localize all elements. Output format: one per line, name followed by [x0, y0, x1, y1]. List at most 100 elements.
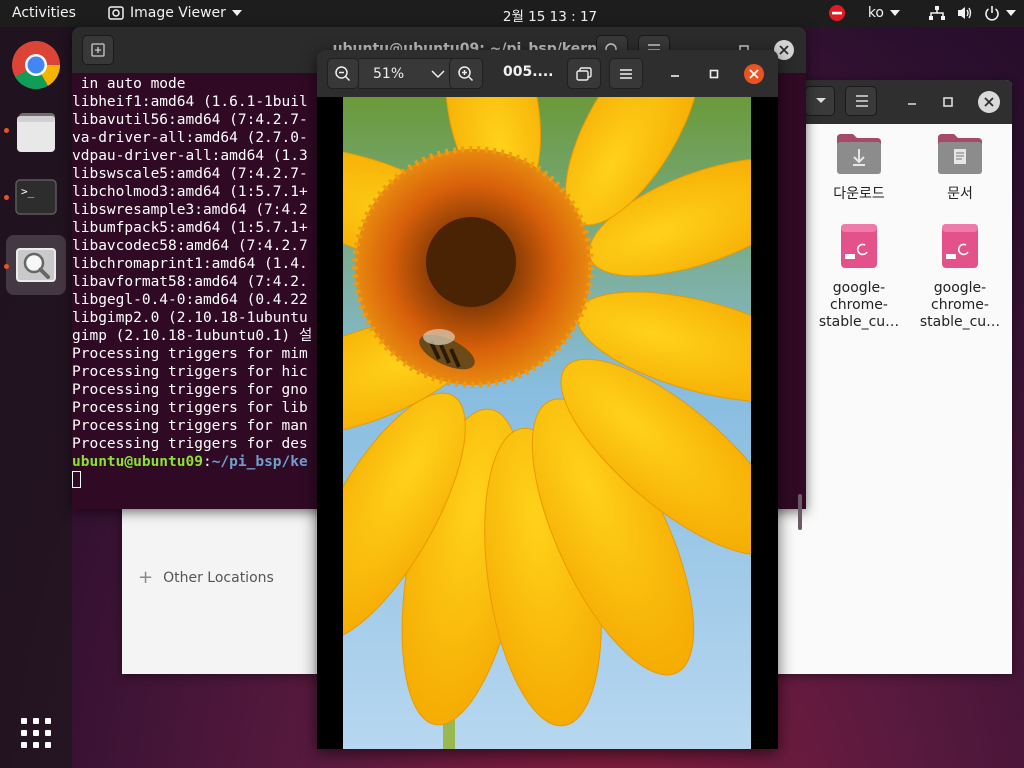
image-viewer-header: 51% 005.... [317, 50, 778, 97]
terminal-line: libavformat58:amd64 (7:4.2. [72, 274, 308, 290]
dock-image-viewer[interactable] [6, 235, 66, 295]
volume-icon[interactable] [956, 5, 974, 21]
terminal-prompt: ubuntu@ubuntu09:~/pi_bsp/ke [72, 453, 308, 471]
network-icon[interactable] [928, 5, 946, 21]
dock-show-applications[interactable] [6, 703, 66, 763]
terminal-line: libgimp2.0 (2.10.18-1ubuntu [72, 310, 308, 326]
system-tray[interactable]: ko [828, 4, 1016, 22]
dock-chrome[interactable] [6, 35, 66, 95]
terminal-line: libcholmod3:amd64 (1:5.7.1+ [72, 184, 308, 200]
file-item-label: google-chrome-stable_cu… [919, 280, 1001, 330]
hamburger-icon [620, 68, 632, 79]
terminal-line: libgegl-0.4-0:amd64 (0.4.22 [72, 292, 308, 308]
file-item-label: google-chrome-stable_cu… [818, 280, 900, 330]
terminal-line: Processing triggers for lib [72, 400, 308, 416]
terminal-line: in auto mode [72, 76, 186, 92]
hamburger-icon [856, 95, 868, 107]
menu-button[interactable] [845, 86, 877, 116]
image-filename: 005.... [503, 64, 554, 80]
new-tab-button[interactable] [82, 35, 114, 65]
viewer-menu-button[interactable] [609, 58, 643, 89]
close-icon[interactable] [977, 90, 1001, 114]
running-indicator [4, 128, 9, 133]
terminal-line: libavcodec58:amd64 (7:4.2.7 [72, 238, 308, 254]
chevron-down-icon [1006, 10, 1016, 16]
sunflower-photo [343, 97, 751, 749]
deb-package-icon [841, 224, 877, 268]
show-apps-icon [21, 718, 51, 748]
zoom-level-selector[interactable]: 51% [359, 58, 463, 89]
text-cursor [72, 471, 81, 488]
terminal-line: libswresample3:amd64 (7:4.2 [72, 202, 308, 218]
zoom-in-icon [458, 65, 474, 81]
image-viewer-window[interactable]: 51% 005.... [317, 50, 778, 749]
image-canvas[interactable] [343, 97, 751, 749]
deb-package-icon [942, 224, 978, 268]
keyboard-layout-indicator[interactable]: ko [868, 5, 884, 21]
dock-files[interactable] [6, 101, 66, 161]
terminal-line: Processing triggers for des [72, 436, 308, 452]
chrome-icon [12, 41, 61, 90]
maximize-icon[interactable] [702, 62, 726, 86]
zoom-out-icon [335, 65, 351, 81]
chevron-down-icon [890, 10, 900, 16]
plus-icon: + [138, 567, 154, 588]
terminal-icon: >_ [15, 179, 57, 215]
terminal-scrollbar[interactable] [798, 494, 802, 530]
dock: >_ [0, 27, 72, 768]
downloads-folder-icon [837, 134, 881, 174]
image-viewer-icon [16, 248, 56, 282]
prompt-path: ~/pi_bsp/ke [211, 454, 308, 470]
activities-button[interactable]: Activities [12, 5, 76, 21]
svg-text:>_: >_ [21, 185, 35, 198]
file-item-documents[interactable]: 문서 [915, 132, 1005, 203]
sidebar-item-other-locations[interactable]: + Other Locations [138, 567, 274, 588]
chevron-down-icon [816, 98, 826, 103]
terminal-line: vdpau-driver-all:amd64 (1.3 [72, 148, 308, 164]
gallery-icon [576, 66, 592, 81]
app-menu[interactable]: Image Viewer [108, 5, 242, 21]
terminal-line: libavutil56:amd64 (7:4.2.7- [72, 112, 308, 128]
zoom-out-button[interactable] [327, 58, 359, 89]
image-viewer-app-icon [108, 6, 124, 20]
file-item-downloads[interactable]: 다운로드 [814, 132, 904, 203]
running-indicator [4, 195, 9, 200]
terminal-line: libheif1:amd64 (1.6.1-1buil [72, 94, 308, 110]
terminal-line: gimp (2.10.18-1ubuntu0.1) 설 [72, 328, 313, 344]
file-item-label: 문서 [947, 186, 973, 202]
prompt-user: ubuntu@ubuntu09 [72, 454, 203, 470]
file-item-deb-1[interactable]: google-chrome-stable_cu… [814, 222, 904, 331]
documents-folder-icon [938, 134, 982, 174]
terminal-line: Processing triggers for man [72, 418, 308, 434]
chevron-down-icon [431, 69, 445, 78]
file-item-deb-2[interactable]: google-chrome-stable_cu… [915, 222, 1005, 331]
gallery-toggle-button[interactable] [567, 58, 601, 89]
close-icon[interactable] [742, 62, 766, 86]
zoom-in-button[interactable] [449, 58, 483, 89]
chevron-down-icon [231, 10, 242, 16]
running-indicator [4, 264, 9, 269]
terminal-line: libchromaprint1:amd64 (1.4. [72, 256, 308, 272]
prompt-separator: : [202, 454, 212, 470]
terminal-line: va-driver-all:amd64 (2.7.0- [72, 130, 308, 146]
files-icon [17, 113, 55, 152]
terminal-line: Processing triggers for hic [72, 364, 308, 380]
sidebar-item-label: Other Locations [163, 570, 274, 586]
terminal-line: libumfpack5:amd64 (1:5.7.1+ [72, 220, 308, 236]
terminal-line: Processing triggers for gno [72, 382, 308, 398]
file-item-label: 다운로드 [833, 186, 885, 202]
top-bar: Activities Image Viewer 2월 15 13 : 17 ko [0, 0, 1024, 27]
zoom-level: 51% [373, 65, 405, 82]
terminal-line: Processing triggers for mim [72, 346, 308, 362]
dock-terminal[interactable]: >_ [6, 167, 66, 227]
view-options-button[interactable] [805, 86, 835, 116]
do-not-disturb-icon[interactable] [828, 4, 846, 22]
maximize-icon[interactable] [936, 90, 960, 114]
minimize-icon[interactable] [663, 62, 687, 86]
clock[interactable]: 2월 15 13 : 17 [500, 5, 600, 25]
minimize-icon[interactable] [900, 90, 924, 114]
power-icon[interactable] [984, 5, 1000, 21]
new-tab-icon [91, 43, 105, 57]
app-menu-label: Image Viewer [130, 5, 226, 21]
terminal-input-line[interactable] [72, 471, 81, 490]
